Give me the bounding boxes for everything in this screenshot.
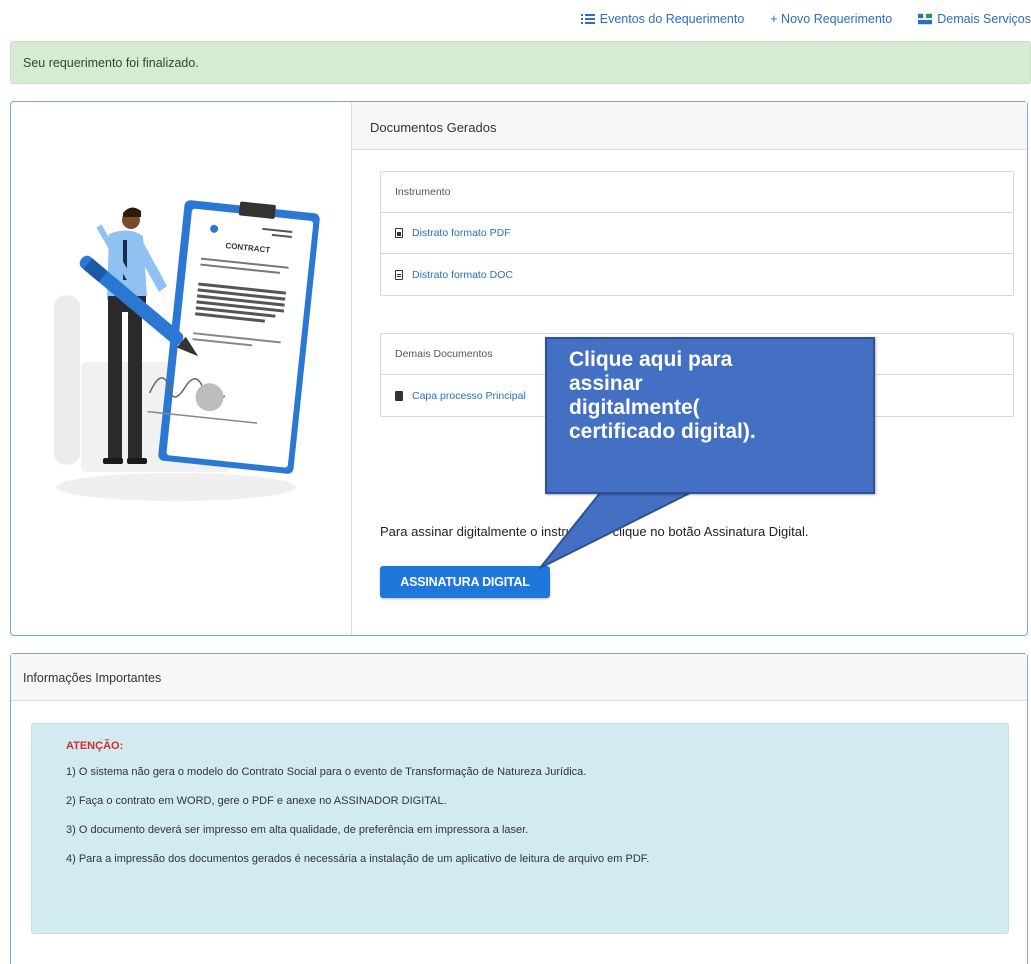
digital-signature-button[interactable]: ASSINATURA DIGITAL xyxy=(380,566,550,598)
attention-alert: ATENÇÃO: 1) O sistema não gera o modelo … xyxy=(31,723,1009,934)
sign-instruction-text: Para assinar digitalmente o instrumento … xyxy=(380,524,809,539)
file-icon xyxy=(395,228,403,238)
callout-line: assinar xyxy=(569,372,643,395)
documents-card: CONTRACT Documentos Gerados Instrumento … xyxy=(10,101,1028,636)
callout-line: certificado digital). xyxy=(569,420,756,443)
callout-line: Clique aqui para xyxy=(569,348,733,371)
list-item: Distrato formato PDF xyxy=(381,213,1013,254)
attention-label: ATENÇÃO: xyxy=(66,740,124,752)
file-icon xyxy=(395,390,403,401)
important-info-card: Informações Importantes ATENÇÃO: 1) O si… xyxy=(10,653,1028,964)
file-icon xyxy=(395,269,403,280)
info-item: 3) O documento deverá ser impresso em al… xyxy=(66,824,529,836)
events-link[interactable]: Eventos do Requerimento xyxy=(580,12,745,26)
capa-processo-link[interactable]: Capa processo Principal xyxy=(395,390,526,402)
contract-illustration: CONTRACT xyxy=(11,102,351,635)
success-alert: Seu requerimento foi finalizado. xyxy=(10,41,1031,84)
top-navigation: Eventos do Requerimento + Novo Requerime… xyxy=(555,8,1031,30)
distrato-pdf-link[interactable]: Distrato formato PDF xyxy=(395,227,511,239)
generated-documents-title: Documentos Gerados xyxy=(352,102,1027,150)
important-info-title: Informações Importantes xyxy=(11,654,1027,701)
services-icon xyxy=(918,13,933,25)
instrument-header: Instrumento xyxy=(381,172,1013,213)
capa-processo-label: Capa processo Principal xyxy=(412,389,526,402)
callout-annotation: Clique aqui para assinar digitalmente( c… xyxy=(545,337,875,494)
distrato-doc-label: Distrato formato DOC xyxy=(412,268,513,281)
events-link-label: Eventos do Requerimento xyxy=(599,12,745,26)
success-alert-message: Seu requerimento foi finalizado. xyxy=(23,56,199,70)
new-request-link[interactable]: + Novo Requerimento xyxy=(770,12,892,26)
list-item: Distrato formato DOC xyxy=(381,254,1013,295)
callout-line: digitalmente( xyxy=(569,396,700,419)
other-services-link[interactable]: Demais Serviços xyxy=(918,12,1031,26)
instrument-box: Instrumento Distrato formato PDF Distrat… xyxy=(380,171,1014,296)
other-services-link-label: Demais Serviços xyxy=(937,12,1031,26)
list-icon xyxy=(580,14,595,24)
distrato-pdf-label: Distrato formato PDF xyxy=(412,227,511,239)
info-item: 1) O sistema não gera o modelo do Contra… xyxy=(66,766,587,778)
info-item: 2) Faça o contrato em WORD, gere o PDF e… xyxy=(66,795,447,807)
distrato-doc-link[interactable]: Distrato formato DOC xyxy=(395,269,513,281)
new-request-link-label: + Novo Requerimento xyxy=(770,12,893,26)
contract-signing-illustration: CONTRACT xyxy=(54,200,320,501)
info-item: 4) Para a impressão dos documentos gerad… xyxy=(66,853,650,865)
